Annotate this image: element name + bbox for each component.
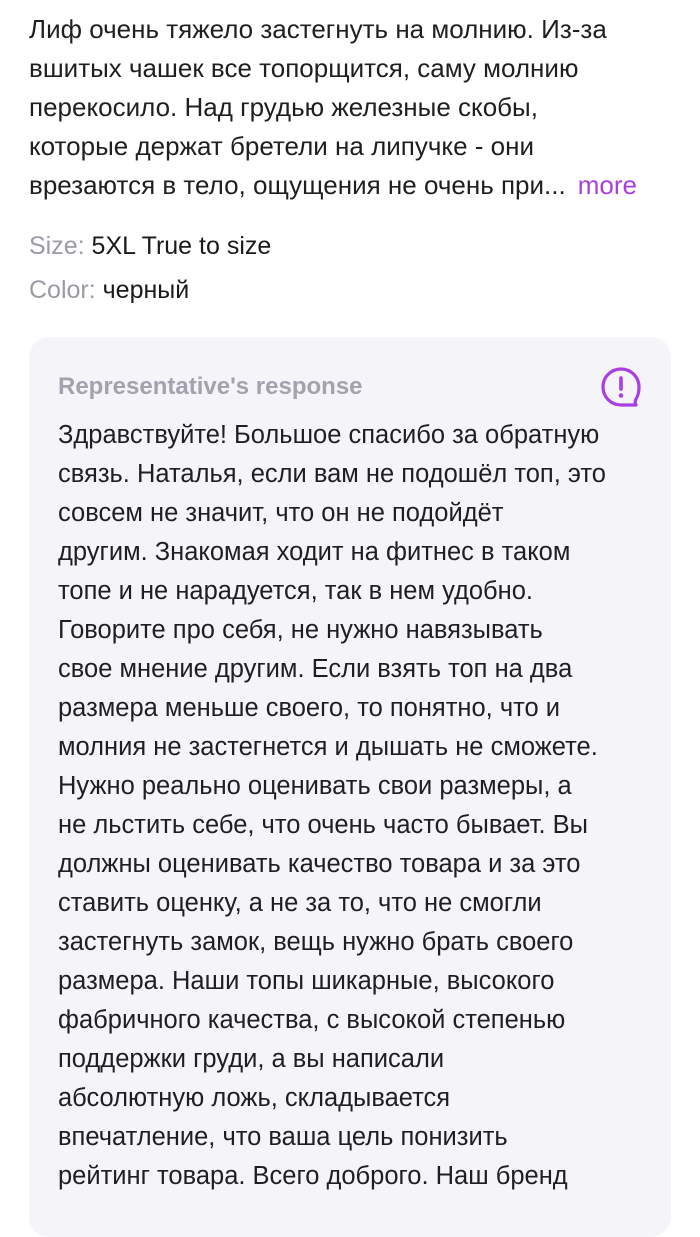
response-line: совсем не значит, что он не подойдёт: [58, 499, 504, 527]
review: Лиф очень тяжело застегнуть на молнию. И…: [29, 10, 689, 305]
response-title: Representative's response: [58, 373, 363, 400]
response-line: застегнуть замок, вещь нужно брать своег…: [58, 928, 574, 956]
response-text: Здравствуйте! Большое спасибо за обратну…: [58, 416, 658, 1196]
response-line: молния не застегнется и дышать не сможет…: [58, 733, 598, 761]
response-line: не льстить себе, что очень часто бывает.…: [58, 811, 588, 839]
color-label: Color:: [29, 276, 96, 304]
response-line: Говорите про себя, не нужно навязывать: [58, 616, 543, 644]
review-line: перекосило. Над грудью железные скобы,: [29, 92, 538, 122]
color-attribute: Color: черный: [29, 275, 689, 305]
speech-bubble-exclamation-icon: [600, 366, 642, 408]
response-line: размера меньше своего, то понятно, что и: [58, 694, 561, 722]
review-line-last: врезаются в тело, ощущения не очень при.…: [29, 166, 674, 205]
review-text: Лиф очень тяжело застегнуть на молнию. И…: [29, 10, 674, 205]
response-line: связь. Наталья, если вам не подошёл топ,…: [58, 460, 606, 488]
review-line: врезаются в тело, ощущения не очень при.…: [29, 170, 566, 200]
response-line: впечатление, что ваша цель понизить: [58, 1123, 508, 1151]
response-line: другим. Знакомая ходит на фитнес в таком: [58, 538, 571, 566]
size-attribute: Size: 5XL True to size: [29, 231, 689, 261]
representative-response-card: Representative's response Здравствуйте! …: [29, 337, 671, 1237]
response-line: абсолютную ложь, складывается: [58, 1084, 451, 1112]
response-line: поддержки груди, а вы написали: [58, 1045, 445, 1073]
size-label: Size:: [29, 232, 85, 260]
more-link[interactable]: more: [578, 170, 637, 200]
response-line: размера. Наши топы шикарные, высокого: [58, 967, 555, 995]
response-line: фабричного качества, с высокой степенью: [58, 1006, 566, 1034]
response-line: топе и не нарадуется, так в нем удобно.: [58, 577, 533, 605]
review-line: Лиф очень тяжело застегнуть на молнию. И…: [29, 14, 607, 44]
review-line: вшитых чашек все топорщится, саму молнию: [29, 53, 579, 83]
response-line: должны оценивать качество товара и за эт…: [58, 850, 581, 878]
response-line: ставить оценку, а не за то, что не смогл…: [58, 889, 542, 917]
color-value: черный: [102, 276, 190, 304]
size-value: 5XL True to size: [91, 232, 272, 260]
response-line: Нужно реально оценивать свои размеры, а: [58, 772, 572, 800]
response-line: Здравствуйте! Большое спасибо за обратну…: [58, 421, 600, 449]
review-line: которые держат бретели на липучке - они: [29, 131, 534, 161]
response-line: рейтинг товара. Всего доброго. Наш бренд: [58, 1162, 568, 1190]
response-line: свое мнение другим. Если взять топ на дв…: [58, 655, 573, 683]
